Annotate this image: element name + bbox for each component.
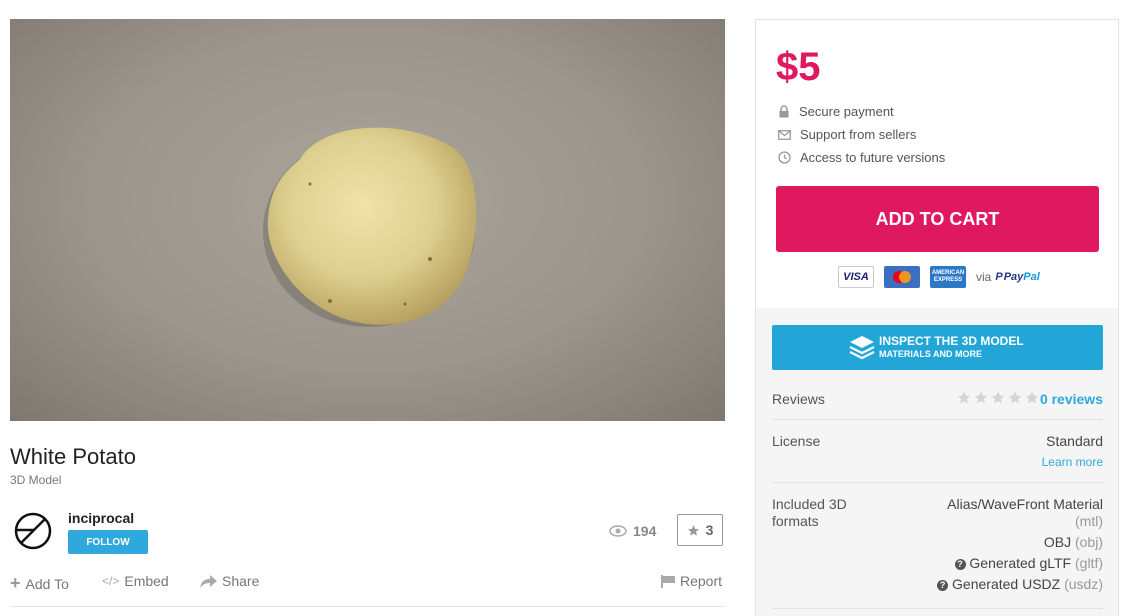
feature-support: Support from sellers xyxy=(778,127,916,142)
share-icon xyxy=(200,574,217,588)
divider xyxy=(772,419,1103,420)
format-mtl: Alias/WaveFront Material xyxy=(947,496,1103,512)
views-value: 194 xyxy=(633,523,657,539)
reviews-link[interactable]: 0 reviews xyxy=(1040,391,1103,407)
seller-avatar[interactable] xyxy=(14,512,52,550)
share-button[interactable]: Share xyxy=(200,573,259,589)
feature-label: Secure payment xyxy=(799,104,894,119)
license-label: License xyxy=(772,433,821,449)
format-mtl-ext: (mtl) xyxy=(1075,513,1103,529)
license-value: Standard xyxy=(1046,433,1103,449)
product-subtitle: 3D Model xyxy=(10,473,62,487)
format-usdz: ? Generated USDZ (usdz) xyxy=(937,576,1103,592)
flag-icon xyxy=(661,574,675,588)
code-icon: </> xyxy=(102,574,120,588)
star-icon xyxy=(1025,391,1039,404)
embed-label: Embed xyxy=(124,573,169,589)
feature-secure-payment: Secure payment xyxy=(778,104,894,119)
star-icon xyxy=(1008,391,1022,404)
envelope-icon xyxy=(778,129,791,140)
paypal-note: via PPayPal xyxy=(976,270,1040,284)
add-to-button[interactable]: + Add To xyxy=(10,573,69,594)
formats-label: Included 3D formats xyxy=(772,496,847,529)
star-icon xyxy=(991,391,1005,404)
learn-more-link[interactable]: Learn more xyxy=(1042,455,1103,469)
add-to-label: Add To xyxy=(25,575,69,592)
product-title: White Potato xyxy=(10,444,136,469)
divider xyxy=(10,606,725,607)
rating-stars xyxy=(956,390,1040,405)
likes-value: 3 xyxy=(705,522,714,538)
amex-card-icon: AMERICAN EXPRESS xyxy=(930,266,966,288)
visa-card-icon: VISA xyxy=(838,266,874,288)
inspect-3d-model-button[interactable]: INSPECT THE 3D MODEL MATERIALS AND MORE xyxy=(772,325,1103,370)
star-icon xyxy=(687,524,699,536)
format-obj: OBJ (obj) xyxy=(1043,534,1103,550)
feature-future-versions: Access to future versions xyxy=(778,150,945,165)
history-icon xyxy=(778,151,791,164)
layers-icon xyxy=(849,336,875,360)
embed-button[interactable]: </> Embed xyxy=(102,573,169,589)
eye-icon xyxy=(609,525,627,537)
feature-label: Access to future versions xyxy=(800,150,946,165)
follow-button[interactable]: FOLLOW xyxy=(68,530,148,554)
star-icon xyxy=(957,391,971,404)
divider xyxy=(772,608,1103,609)
views-count: 194 xyxy=(609,523,656,539)
via-label: via xyxy=(976,270,992,284)
payment-methods: VISA AMERICAN EXPRESS via PPayPal xyxy=(838,266,1040,288)
reviews-label: Reviews xyxy=(772,391,825,407)
format-gltf: ? Generated gLTF (gltf) xyxy=(954,555,1103,571)
question-icon[interactable]: ? xyxy=(937,580,949,591)
star-icon xyxy=(974,391,988,404)
potato-model-image xyxy=(263,127,477,327)
model-viewer[interactable] xyxy=(10,19,725,421)
inspect-title: INSPECT THE 3D MODEL xyxy=(879,334,1024,348)
share-label: Share xyxy=(222,573,260,589)
inspect-subtitle: MATERIALS AND MORE xyxy=(879,349,982,359)
plus-icon: + xyxy=(10,573,21,593)
seller-name[interactable]: inciprocal xyxy=(68,510,134,526)
report-label: Report xyxy=(680,573,723,589)
paypal-logo: PPayPal xyxy=(995,271,1040,283)
report-button[interactable]: Report xyxy=(661,573,722,589)
add-to-cart-button[interactable]: ADD TO CART xyxy=(776,186,1099,252)
divider xyxy=(772,482,1103,483)
like-button[interactable]: 3 xyxy=(677,514,723,546)
question-icon[interactable]: ? xyxy=(954,559,966,570)
lock-icon xyxy=(779,105,789,118)
feature-label: Support from sellers xyxy=(800,127,917,142)
mastercard-icon xyxy=(884,266,920,288)
price: $5 xyxy=(776,45,821,89)
